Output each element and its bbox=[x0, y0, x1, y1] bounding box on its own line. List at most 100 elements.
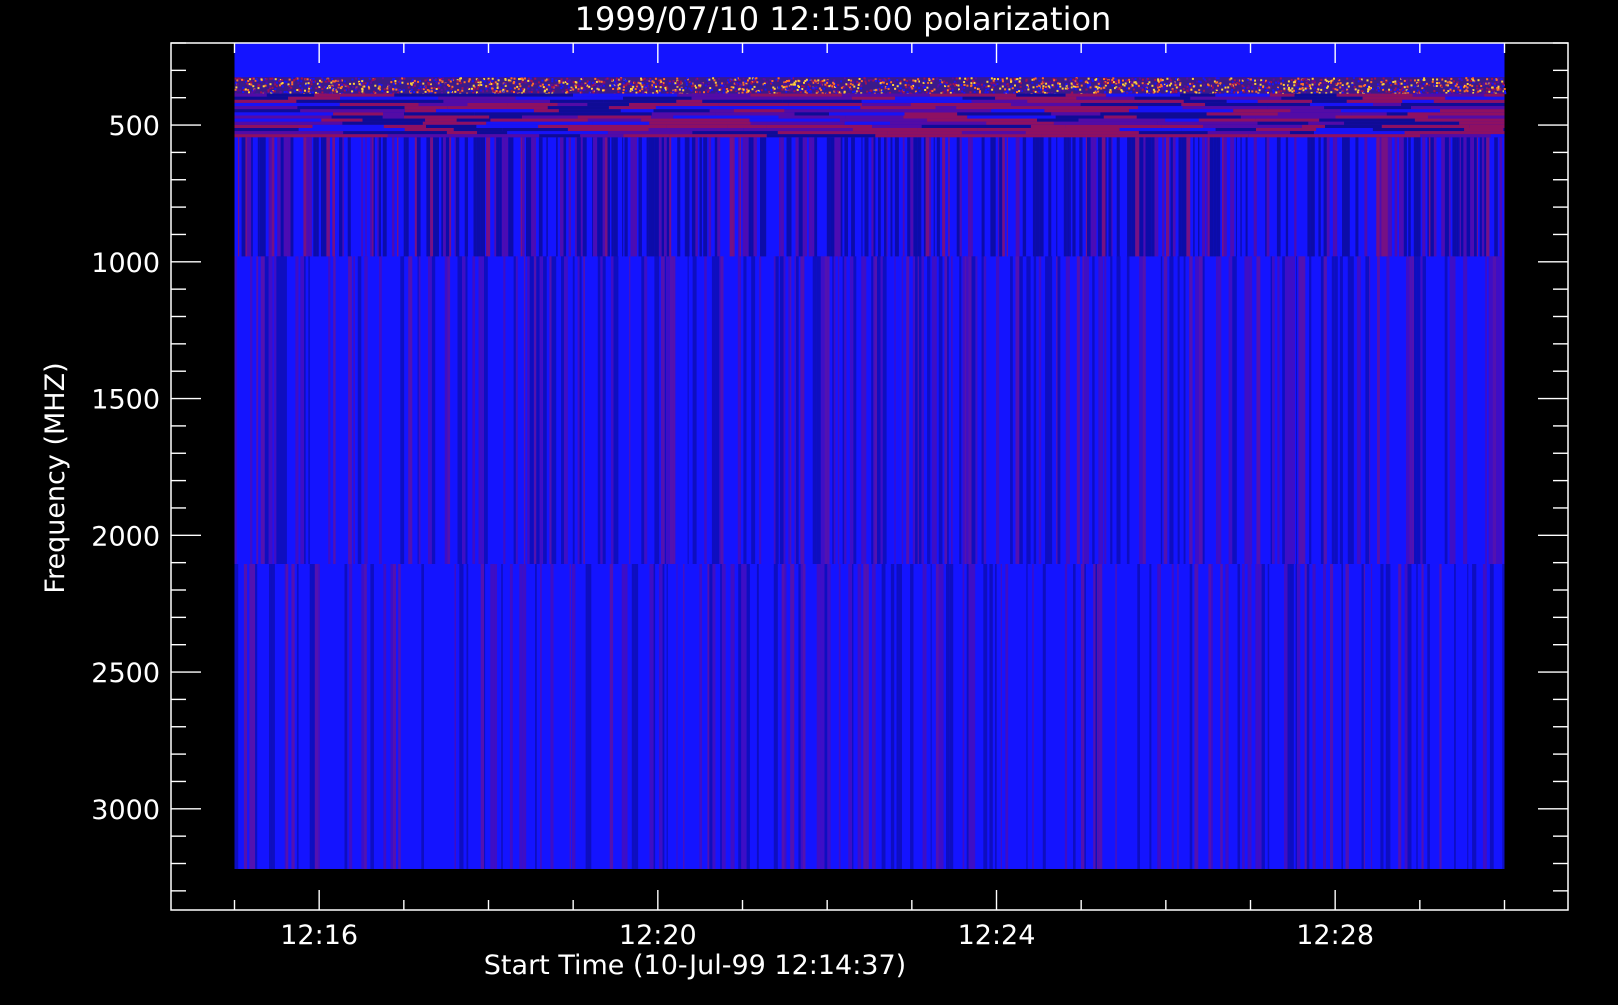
speckle-pixel bbox=[1076, 82, 1078, 84]
speckle-pixel bbox=[1305, 88, 1307, 90]
speckle-pixel bbox=[844, 85, 846, 87]
dash-segment bbox=[235, 128, 299, 131]
time-stripe bbox=[1148, 137, 1152, 256]
dash-segment bbox=[1182, 128, 1216, 131]
time-stripe bbox=[472, 256, 475, 564]
time-stripe bbox=[1388, 137, 1389, 256]
speckle-pixel bbox=[382, 77, 384, 79]
speckle-pixel bbox=[857, 87, 859, 89]
speckle-pixel bbox=[1335, 88, 1337, 90]
speckle-pixel bbox=[595, 84, 597, 86]
time-stripe bbox=[481, 564, 484, 869]
dash-segment bbox=[608, 131, 693, 134]
dash-segment bbox=[1100, 112, 1206, 115]
speckle-pixel bbox=[1457, 86, 1459, 88]
time-stripe bbox=[1137, 564, 1140, 869]
speckle-pixel bbox=[392, 88, 394, 90]
speckle-pixel bbox=[422, 83, 424, 85]
speckle-pixel bbox=[1017, 78, 1019, 80]
time-stripe bbox=[417, 137, 421, 256]
speckle-pixel bbox=[786, 88, 788, 90]
speckle-pixel bbox=[255, 80, 257, 82]
time-stripe bbox=[871, 137, 873, 256]
speckle-pixel bbox=[1494, 79, 1496, 81]
time-stripe bbox=[252, 564, 256, 869]
time-stripe bbox=[1485, 256, 1487, 564]
dash-segment bbox=[593, 122, 649, 125]
speckle-pixel bbox=[472, 80, 474, 82]
speckle-pixel bbox=[252, 85, 254, 87]
speckle-pixel bbox=[655, 83, 657, 85]
speckle-pixel bbox=[703, 91, 705, 93]
dash-segment bbox=[609, 106, 656, 109]
speckle-pixel bbox=[1370, 81, 1372, 83]
time-stripe bbox=[1157, 137, 1159, 256]
dash-segment bbox=[651, 116, 673, 119]
time-stripe bbox=[1369, 256, 1370, 564]
time-stripe bbox=[1357, 256, 1361, 564]
time-stripe bbox=[1398, 564, 1401, 869]
speckle-pixel bbox=[1270, 81, 1272, 83]
dash-segment bbox=[534, 109, 559, 112]
time-stripe bbox=[918, 137, 922, 256]
time-stripe bbox=[1248, 564, 1252, 869]
speckle-pixel bbox=[1065, 83, 1067, 85]
time-stripe bbox=[1048, 137, 1051, 256]
time-stripe bbox=[595, 137, 597, 256]
time-stripe bbox=[309, 137, 312, 256]
time-stripe bbox=[1371, 564, 1372, 869]
time-stripe bbox=[1380, 564, 1383, 869]
speckle-pixel bbox=[1243, 78, 1245, 80]
speckle-pixel bbox=[366, 84, 368, 86]
time-stripe bbox=[1256, 256, 1260, 564]
speckle-pixel bbox=[1006, 77, 1008, 79]
speckle-pixel bbox=[266, 81, 268, 83]
speckle-pixel bbox=[1417, 83, 1419, 85]
speckle-pixel bbox=[1383, 83, 1385, 85]
time-stripe bbox=[430, 137, 433, 256]
speckle-pixel bbox=[428, 82, 430, 84]
speckle-pixel bbox=[961, 84, 963, 86]
speckle-pixel bbox=[698, 87, 700, 89]
time-stripe bbox=[1296, 564, 1297, 869]
speckle-pixel bbox=[1229, 83, 1231, 85]
time-stripe bbox=[747, 564, 750, 869]
speckle-pixel bbox=[447, 92, 449, 94]
time-stripe bbox=[1351, 256, 1354, 564]
time-stripe bbox=[441, 137, 443, 256]
speckle-pixel bbox=[850, 83, 852, 85]
speckle-pixel bbox=[1071, 86, 1073, 88]
speckle-pixel bbox=[401, 82, 403, 84]
speckle-pixel bbox=[729, 79, 731, 81]
speckle-pixel bbox=[1369, 88, 1371, 90]
dash-segment bbox=[539, 134, 580, 137]
dash-segment bbox=[677, 94, 750, 97]
speckle-pixel bbox=[1359, 85, 1361, 87]
speckle-pixel bbox=[1074, 86, 1076, 88]
speckle-pixel bbox=[521, 78, 523, 80]
time-stripe bbox=[785, 564, 787, 869]
speckle-pixel bbox=[797, 85, 799, 87]
speckle-pixel bbox=[492, 83, 494, 85]
time-stripe bbox=[925, 564, 927, 869]
speckle-pixel bbox=[1382, 89, 1384, 91]
time-stripe bbox=[982, 256, 984, 564]
time-stripe bbox=[1355, 137, 1358, 256]
dash-segment bbox=[751, 122, 845, 125]
speckle-pixel bbox=[1297, 78, 1299, 80]
speckle-pixel bbox=[602, 89, 604, 91]
time-stripe bbox=[300, 256, 304, 564]
speckle-pixel bbox=[952, 89, 954, 91]
dash-segment bbox=[1484, 94, 1504, 97]
speckle-pixel bbox=[889, 84, 891, 86]
time-stripe bbox=[1081, 564, 1084, 869]
speckle-pixel bbox=[794, 90, 796, 92]
speckle-pixel bbox=[523, 90, 525, 92]
speckle-pixel bbox=[1142, 79, 1144, 81]
dash-segment bbox=[890, 122, 986, 125]
time-stripe bbox=[1376, 137, 1380, 256]
speckle-pixel bbox=[636, 92, 638, 94]
time-stripe bbox=[776, 256, 779, 564]
speckle-pixel bbox=[247, 84, 249, 86]
time-stripe bbox=[1288, 564, 1290, 869]
